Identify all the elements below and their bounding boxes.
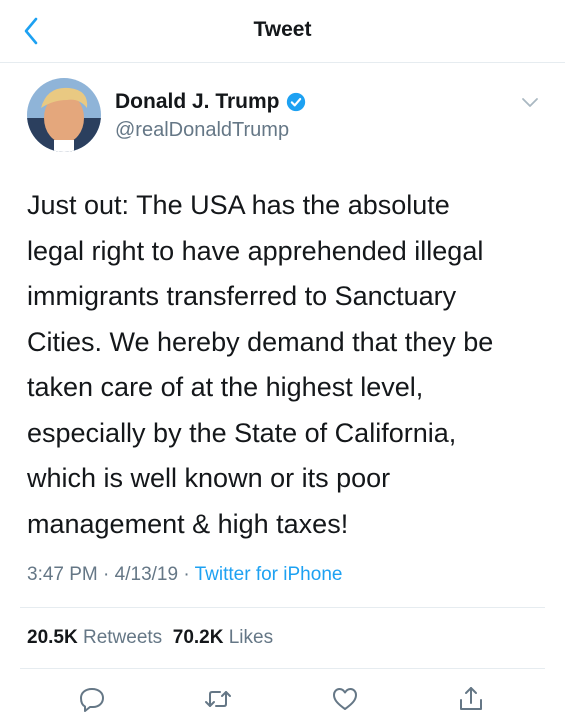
tweet-text-line: which is well known or its poor xyxy=(27,463,391,493)
tweet-text-line: legal right to have apprehended illegal xyxy=(27,235,484,266)
divider xyxy=(20,668,545,669)
share-icon[interactable] xyxy=(456,684,486,714)
tweet-source-link[interactable]: Twitter for iPhone xyxy=(195,564,343,585)
avatar[interactable] xyxy=(27,78,101,152)
tweet-text: Just out: The USA has the absolute legal… xyxy=(27,183,547,547)
nav-bar: Tweet xyxy=(0,0,565,63)
heart-icon[interactable] xyxy=(330,684,360,714)
meta-separator: · xyxy=(103,564,110,585)
page-title: Tweet xyxy=(253,18,312,41)
retweet-label: Retweets xyxy=(82,627,163,648)
tweet-text-line: Cities. We hereby demand that they be xyxy=(27,326,494,357)
author-handle[interactable]: @realDonaldTrump xyxy=(115,119,289,142)
tweet-text-line: taken care of at the highest level, xyxy=(27,372,424,402)
avatar-image xyxy=(27,78,101,152)
tweet-date: 4/13/19 xyxy=(114,564,179,585)
divider xyxy=(20,607,545,608)
author-name[interactable]: Donald J. Trump xyxy=(115,90,280,114)
tweet-stats: 20.5K Retweets 70.2K Likes xyxy=(27,627,273,649)
tweet-text-line: management & high taxes! xyxy=(27,508,349,539)
tweet-time: 3:47 PM xyxy=(27,564,98,585)
verified-badge-icon xyxy=(286,92,305,112)
retweet-icon[interactable] xyxy=(203,684,233,714)
like-label: Likes xyxy=(228,627,274,648)
tweet-text-line: immigrants transferred to Sanctuary xyxy=(27,281,457,311)
retweets-stat[interactable]: 20.5K Retweets xyxy=(27,627,162,648)
like-count: 70.2K xyxy=(172,627,224,648)
tweet-meta: 3:47 PM · 4/13/19 · Twitter for iPhone xyxy=(27,564,342,586)
author-row: Donald J. Trump xyxy=(115,90,306,114)
tweet-text-line: Just out: The USA has the absolute xyxy=(27,190,450,220)
likes-stat[interactable]: 70.2K Likes xyxy=(173,627,273,648)
action-bar xyxy=(0,678,565,720)
chevron-down-icon[interactable] xyxy=(518,90,542,114)
retweet-count: 20.5K xyxy=(27,627,78,648)
meta-separator: · xyxy=(183,564,190,585)
reply-icon[interactable] xyxy=(77,684,107,714)
tweet-text-line: especially by the State of California, xyxy=(27,417,457,448)
